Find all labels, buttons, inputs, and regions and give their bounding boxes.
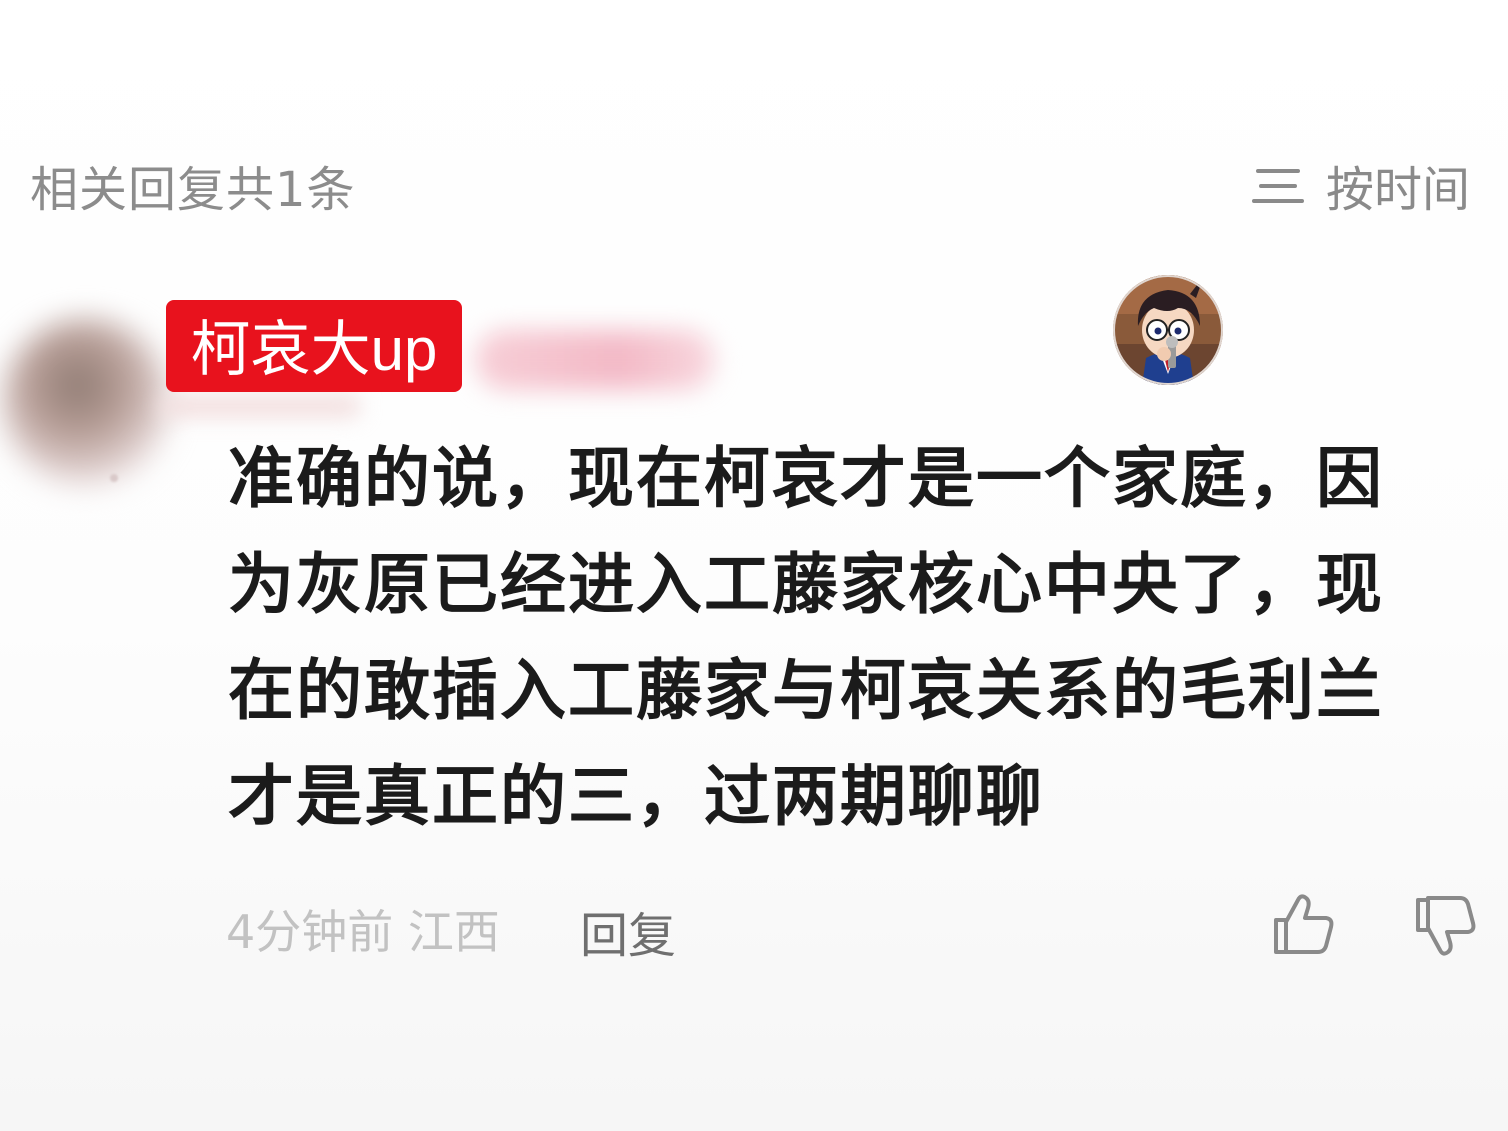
user-badge: 柯哀大up	[166, 300, 462, 392]
comment-meta: 4分钟前 江西	[226, 896, 500, 962]
sort-by-time-button[interactable]: 按时间	[1251, 150, 1470, 220]
comment-line: 在的敢插入工藤家与柯哀关系的毛利兰	[228, 652, 1384, 729]
thumbs-down-icon[interactable]	[1412, 892, 1480, 960]
thumbs-up-icon[interactable]	[1270, 890, 1338, 958]
sort-label: 按时间	[1325, 162, 1470, 218]
user-info-blurred	[160, 395, 360, 417]
comment-screen: 相关回复共1条 按时间 柯哀大up 准确的说，现在柯哀才是一个家庭，因 为灰原已…	[0, 0, 1508, 1131]
comment-time: 4分钟前	[226, 905, 394, 959]
comment-line: 准确的说，现在柯哀才是一个家庭，因	[228, 440, 1384, 517]
username-blurred	[475, 330, 715, 390]
comment-location: 江西	[407, 905, 500, 959]
reply-button[interactable]: 回复	[580, 896, 676, 966]
avatar-decoration	[110, 474, 118, 482]
menu-lines-icon	[1251, 164, 1304, 206]
comment-text: 准确的说，现在柯哀才是一个家庭，因 为灰原已经进入工藤家核心中央了，现 在的敢插…	[228, 426, 1448, 850]
reply-count-label: 相关回复共1条	[30, 162, 356, 218]
comment-line: 为灰原已经进入工藤家核心中央了，现	[228, 546, 1384, 623]
conan-avatar-icon[interactable]	[1112, 274, 1224, 386]
comment-line: 才是真正的三，过两期聊聊	[228, 758, 1044, 835]
user-avatar[interactable]	[2, 318, 170, 486]
